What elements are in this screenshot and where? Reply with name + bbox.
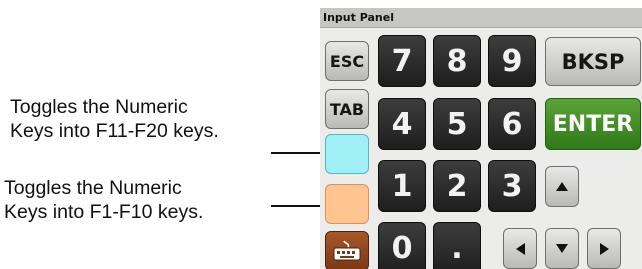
annotation-f1-f10-line2: Keys into F1-F10 keys. [4, 201, 204, 223]
arrow-up-key[interactable] [545, 166, 579, 207]
key-9[interactable]: 9 [488, 35, 536, 87]
input-panel: Input Panel ESC 7 8 9 BKSP TAB 4 5 6 ENT… [320, 8, 642, 269]
key-4[interactable]: 4 [378, 98, 426, 150]
esc-key[interactable]: ESC [325, 41, 369, 81]
key-7[interactable]: 7 [378, 35, 426, 87]
keyboard-icon [333, 240, 361, 261]
key-3[interactable]: 3 [488, 160, 536, 212]
key-5[interactable]: 5 [433, 98, 481, 150]
key-2[interactable]: 2 [433, 160, 481, 212]
arrow-left-icon [515, 242, 525, 255]
keyboard-toggle-key[interactable] [325, 231, 369, 269]
arrow-right-key[interactable] [587, 228, 621, 269]
key-decimal[interactable]: . [433, 222, 481, 269]
arrow-up-icon [556, 182, 568, 191]
arrow-down-icon [556, 244, 568, 253]
arrow-down-key[interactable] [545, 228, 579, 269]
tab-key[interactable]: TAB [325, 89, 369, 129]
annotation-f1-f10: Toggles the Numeric Keys into F1-F10 key… [4, 176, 203, 224]
panel-titlebar: Input Panel [320, 8, 642, 28]
key-0[interactable]: 0 [378, 222, 426, 269]
f11-f20-toggle-key[interactable] [325, 134, 369, 174]
annotation-f11-f20: Toggles the Numeric Keys into F11-F20 ke… [10, 95, 219, 143]
key-1[interactable]: 1 [378, 160, 426, 212]
leader-line-f11-f20 [271, 152, 327, 154]
leader-line-f1-f10 [271, 205, 327, 207]
annotation-f11-f20-line2: Keys into F11-F20 keys. [10, 120, 219, 142]
annotation-f1-f10-line1: Toggles the Numeric [4, 177, 182, 199]
arrow-left-key[interactable] [503, 228, 537, 269]
arrow-right-icon [599, 242, 609, 255]
enter-key[interactable]: ENTER [545, 98, 641, 150]
key-8[interactable]: 8 [433, 35, 481, 87]
key-6[interactable]: 6 [488, 98, 536, 150]
backspace-key[interactable]: BKSP [545, 37, 641, 86]
annotation-f11-f20-line1: Toggles the Numeric [10, 96, 188, 118]
f1-f10-toggle-key[interactable] [325, 184, 369, 224]
